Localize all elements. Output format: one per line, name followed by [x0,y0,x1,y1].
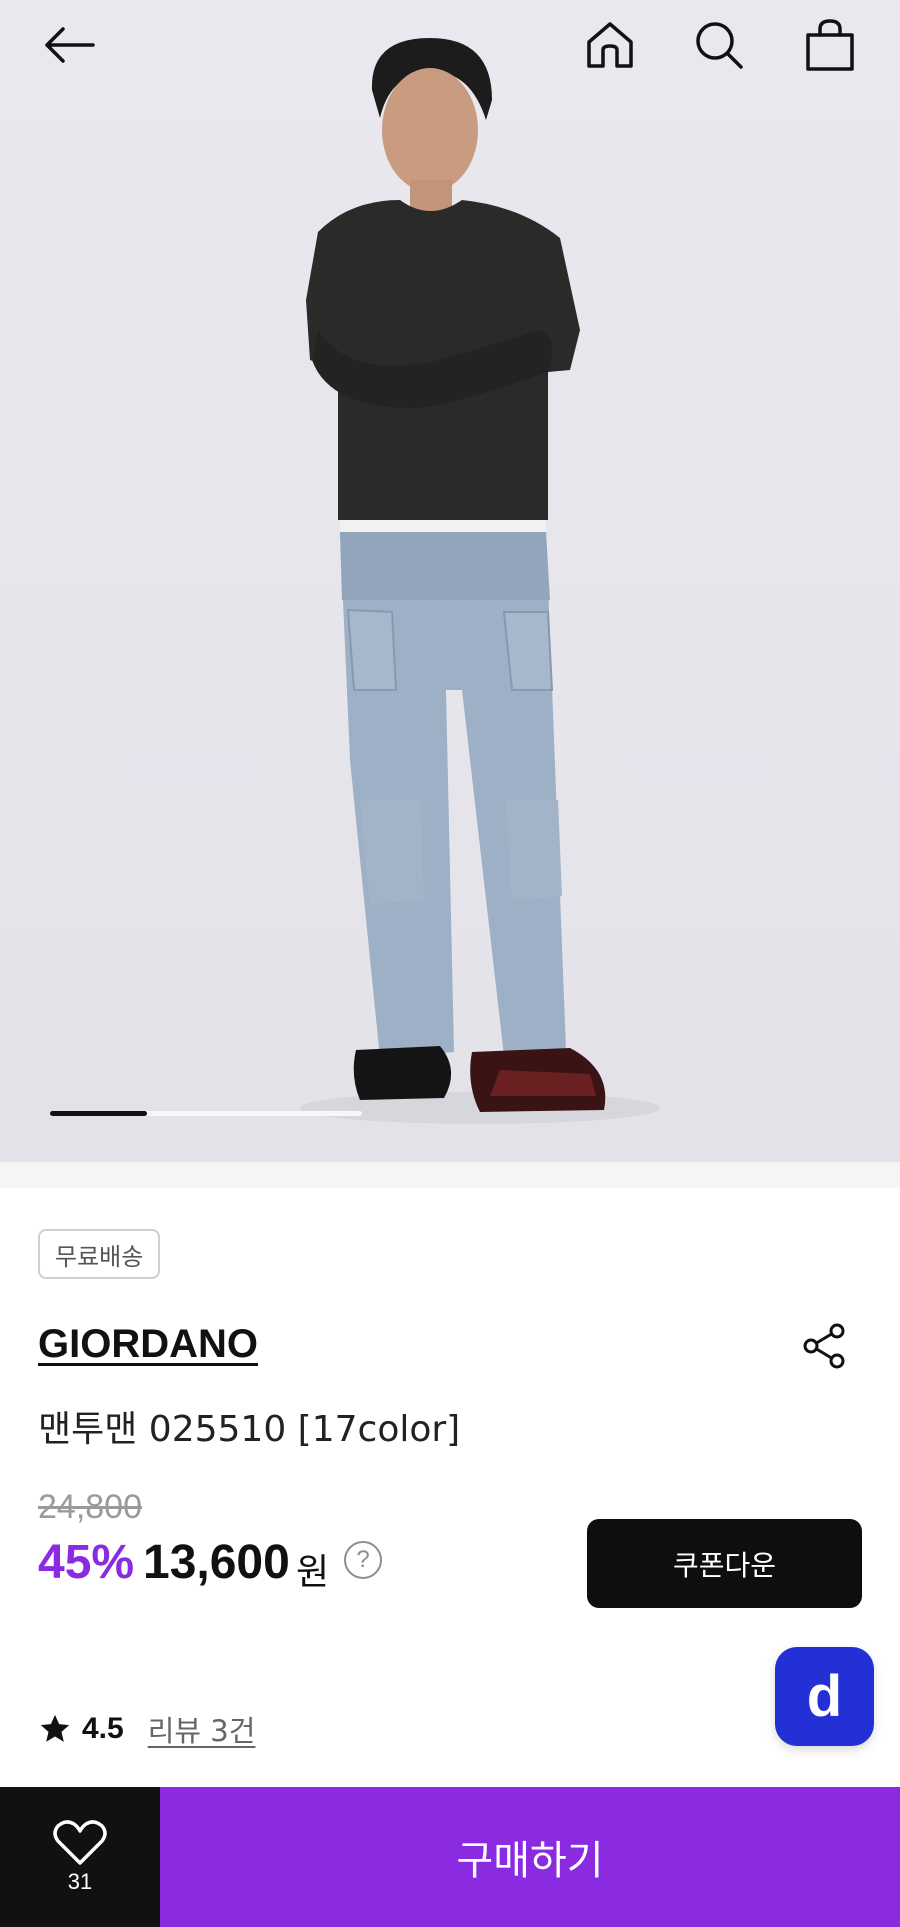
coupon-download-button[interactable]: 쿠폰다운 [587,1519,862,1608]
share-button[interactable] [794,1316,854,1376]
rating-value: 4.5 [82,1712,124,1745]
original-price: 24,800 [38,1488,142,1526]
bottom-action-bar: 31 구매하기 [0,1787,900,1927]
like-count: 31 [67,1869,93,1894]
price-help-icon[interactable]: ? [344,1541,382,1579]
back-button[interactable] [35,10,105,80]
like-button[interactable]: 31 [0,1787,160,1927]
sale-price: 13,600 [143,1536,290,1589]
back-arrow-icon [45,27,95,63]
model-photo [300,38,660,1124]
floating-app-button[interactable]: d [775,1647,874,1746]
product-image-gallery[interactable] [0,0,900,1162]
section-divider [0,1162,900,1188]
shopping-bag-icon [806,19,854,71]
product-detail-page: 무료배송 GIORDANO 맨투맨 025510 [17color] 24,80… [0,0,900,1927]
currency-unit: 원 [296,1552,330,1593]
share-icon [803,1323,845,1369]
top-navigation-bar [0,0,900,100]
discount-rate: 45% [38,1536,135,1589]
rating-summary: 4.5 리뷰 3건 [38,1707,255,1751]
home-icon [587,22,633,68]
review-count-link[interactable]: 리뷰 3건 [148,1708,256,1750]
gallery-progress-track [50,1111,362,1116]
search-icon [696,22,743,69]
product-name: 맨투맨 025510 [17color] [38,1409,461,1450]
heart-icon [53,1820,107,1865]
home-button[interactable] [575,10,645,80]
free-shipping-badge: 무료배송 [38,1229,161,1279]
search-button[interactable] [684,10,754,80]
cart-button[interactable] [795,10,865,80]
buy-button[interactable]: 구매하기 [160,1787,900,1927]
star-icon [40,1714,70,1742]
brand-link[interactable]: GIORDANO [38,1322,258,1367]
gallery-progress-indicator [50,1111,147,1116]
